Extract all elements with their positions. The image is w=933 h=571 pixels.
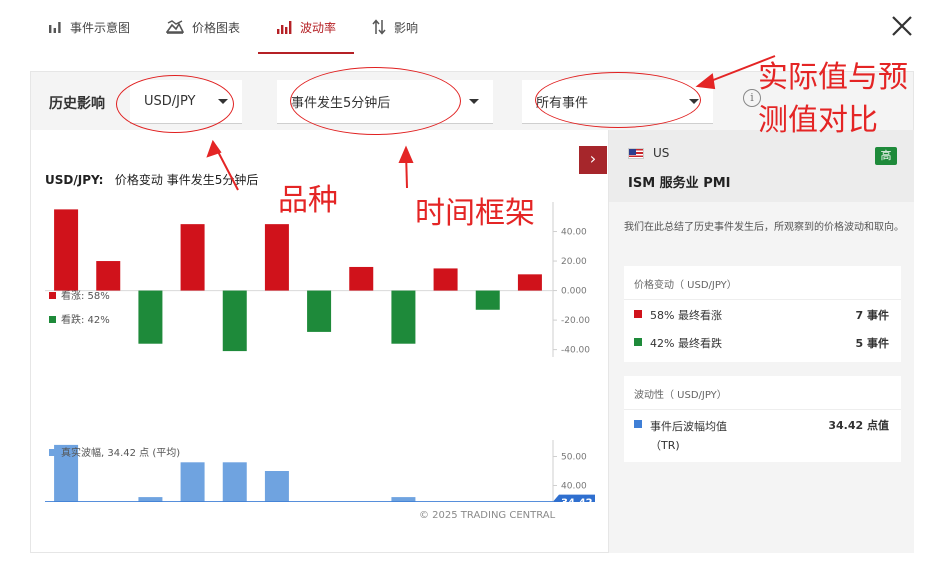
annotation-variety: 品种 xyxy=(278,183,338,218)
annotation-compare-1: 实际值与预 xyxy=(758,60,908,95)
dialog: 事件示意图 价格图表 波动率 影响 历史影响 USD/JPY 事件发生5分钟后 … xyxy=(0,0,933,571)
arrowhead-events xyxy=(695,73,716,90)
arrowhead-timeframe xyxy=(398,145,414,163)
annotation-timeframe: 时间框架 xyxy=(415,196,535,231)
annotation-compare-2: 测值对比 xyxy=(758,103,878,138)
